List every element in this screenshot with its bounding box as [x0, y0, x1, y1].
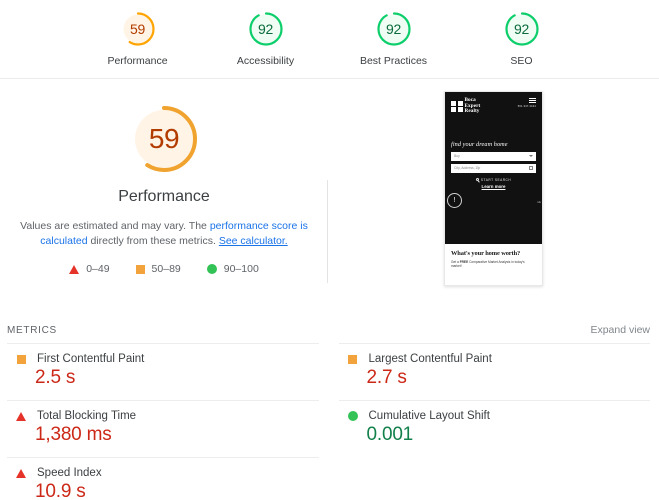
input-placeholder: City, Address, Zip — [454, 166, 481, 171]
gauge-performance-large: 59 — [126, 101, 202, 177]
phone-number: 561.347.4444 — [517, 104, 536, 108]
footer-sub-bold: FREE — [459, 259, 469, 264]
chevron-down-icon — [529, 155, 533, 158]
location-input: City, Address, Zip — [451, 163, 536, 173]
page-title: Performance — [118, 188, 210, 205]
brand-name: Boca Expert Realty — [464, 97, 481, 115]
gauge-seo: 92 — [503, 10, 541, 48]
triangle-icon — [14, 411, 28, 421]
final-screenshot: Boca Expert Realty 561.347.4444 find you… — [444, 91, 543, 286]
disclaimer-text-pre: Values are estimated and may vary. The — [20, 220, 210, 232]
screenshot-topbar: Boca Expert Realty 561.347.4444 — [451, 97, 536, 115]
expand-view-toggle[interactable]: Expand view — [590, 324, 650, 336]
metric-label: Speed Index — [37, 467, 102, 479]
gauge-performance: 59 — [119, 10, 157, 48]
metric-value: 1,380 ms — [35, 424, 112, 445]
metric-value: 10.9 s — [35, 481, 86, 500]
metric-label: Total Blocking Time — [37, 410, 137, 422]
score-item-accessibility[interactable]: 92 Accessibility — [223, 10, 309, 67]
legend-range: 90–100 — [223, 263, 259, 275]
metric-largest-contentful-paint[interactable]: Largest Contentful Paint 2.7 s — [338, 343, 650, 400]
metric-label: Largest Contentful Paint — [368, 353, 492, 365]
square-icon — [346, 354, 360, 364]
property-type-select: Buy — [451, 151, 536, 161]
category-scores-bar: 59 Performance 92 Accessibility 92 Best … — [0, 0, 659, 79]
hero-heading: find your dream home — [451, 140, 508, 148]
score-disclaimer: Values are estimated and may vary. The p… — [14, 219, 314, 249]
legend-item-average: 50–89 — [135, 263, 181, 275]
metric-total-blocking-time[interactable]: Total Blocking Time 1,380 ms — [7, 400, 319, 457]
metric-label: Cumulative Layout Shift — [368, 410, 490, 422]
site-logo: Boca Expert Realty — [451, 97, 481, 115]
final-screenshot-panel: Boca Expert Realty 561.347.4444 find you… — [328, 79, 659, 317]
footer-sub-pre: Get a — [451, 259, 460, 264]
logo-grid-icon — [451, 100, 463, 113]
metric-label: First Contentful Paint — [37, 353, 145, 365]
search-icon — [475, 178, 479, 182]
gauge-best-practices: 92 — [375, 10, 413, 48]
see-calculator-link[interactable]: See calculator. — [219, 235, 288, 247]
score-item-seo[interactable]: 92 SEO — [479, 10, 565, 67]
metric-value: 0.001 — [366, 424, 414, 445]
header-right: 561.347.4444 — [518, 98, 536, 108]
legend-range: 50–89 — [151, 263, 181, 275]
search-label: START SEARCH — [480, 177, 512, 182]
square-icon — [135, 264, 145, 274]
performance-overview: 59 Performance Values are estimated and … — [0, 79, 659, 317]
gauge-value: 92 — [386, 21, 401, 37]
score-item-performance[interactable]: 59 Performance — [95, 10, 181, 67]
performance-gauge-panel: 59 Performance Values are estimated and … — [0, 79, 328, 317]
screenshot-footer: What's your home worth? Get a FREE Compa… — [445, 244, 542, 285]
select-value: Buy — [454, 154, 460, 159]
metric-cumulative-layout-shift[interactable]: Cumulative Layout Shift 0.001 — [338, 400, 650, 457]
legend-range: 0–49 — [86, 263, 110, 275]
triangle-icon — [69, 264, 80, 274]
hamburger-menu-icon — [529, 98, 536, 103]
legend-item-fail: 0–49 — [69, 263, 110, 275]
metric-value: 2.7 s — [366, 367, 407, 388]
square-icon — [14, 354, 28, 364]
gauge-value: 92 — [514, 21, 529, 37]
metric-speed-index[interactable]: Speed Index 10.9 s — [7, 457, 319, 500]
gauge-value: 59 — [148, 123, 180, 154]
edge-label: idx — [537, 200, 541, 204]
alert-badge: ! — [447, 193, 462, 208]
start-search-button: START SEARCH — [451, 178, 536, 182]
score-item-best-practices[interactable]: 92 Best Practices — [351, 10, 437, 67]
disclaimer-text-mid: directly from these metrics. — [87, 235, 219, 247]
learn-more-link: Learn more — [481, 184, 506, 190]
circle-icon — [206, 264, 217, 274]
triangle-icon — [14, 468, 28, 478]
footer-subtitle: Get a FREE Comparative Market Analysis i… — [451, 260, 536, 269]
lighthouse-report: 59 Performance 92 Accessibility 92 Best … — [0, 0, 659, 500]
metric-first-contentful-paint[interactable]: First Contentful Paint 2.5 s — [7, 343, 319, 400]
metrics-grid: First Contentful Paint 2.5 s Largest Con… — [0, 343, 659, 500]
circle-icon — [346, 411, 360, 421]
legend-item-pass: 90–100 — [206, 263, 259, 275]
gauge-value: 59 — [130, 21, 145, 37]
score-label: Best Practices — [359, 55, 428, 67]
score-label: Accessibility — [236, 55, 295, 67]
metrics-header: METRICS Expand view — [0, 317, 659, 343]
gauge-accessibility: 92 — [247, 10, 285, 48]
vertical-divider — [327, 180, 328, 283]
screenshot-hero: Boca Expert Realty 561.347.4444 find you… — [445, 92, 542, 244]
gauge-value: 92 — [258, 21, 273, 37]
footer-title: What's your home worth? — [451, 250, 521, 257]
score-label: SEO — [510, 55, 533, 67]
map-icon — [529, 166, 533, 171]
metric-value: 2.5 s — [35, 367, 76, 388]
metrics-title: METRICS — [7, 324, 57, 336]
score-label: Performance — [107, 55, 168, 67]
score-legend: 0–49 50–89 90–100 — [69, 263, 259, 275]
